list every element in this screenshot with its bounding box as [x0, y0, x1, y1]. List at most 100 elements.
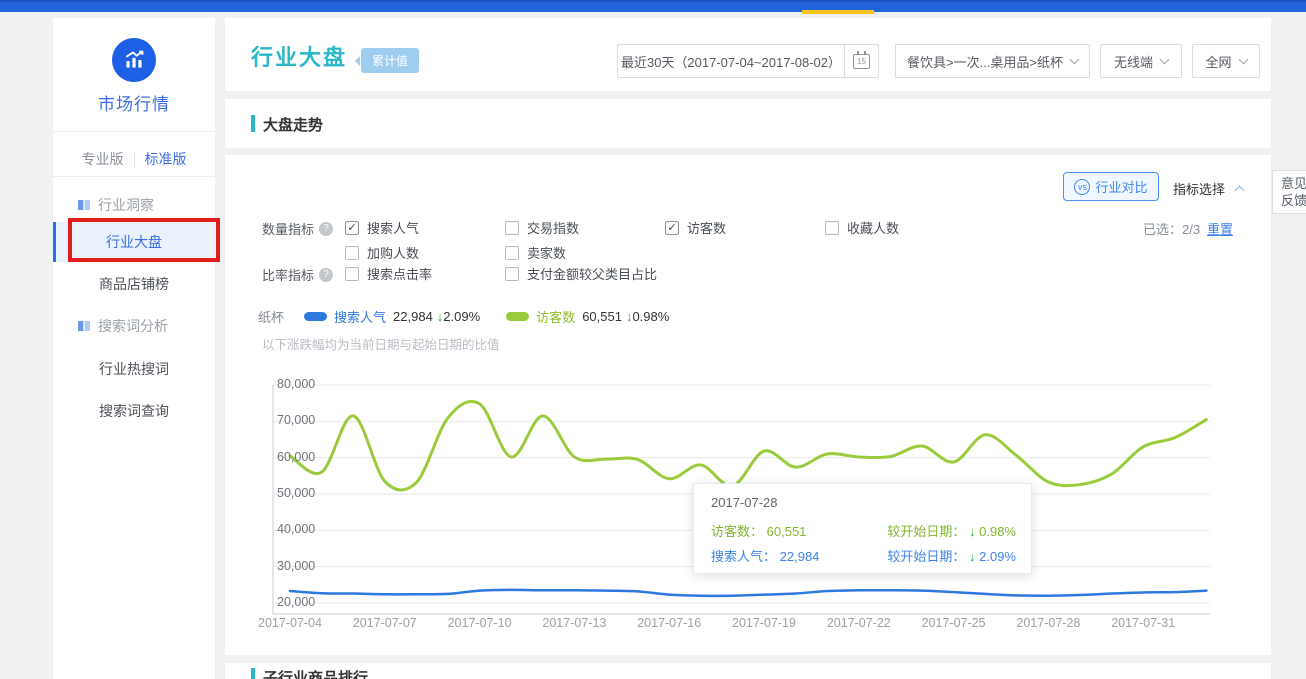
checkbox-box: ✓ — [825, 221, 839, 235]
legend-swatch-visitor-count — [506, 312, 529, 321]
market-analytics-logo-icon — [112, 38, 156, 82]
compare-button-label: 行业对比 — [1095, 177, 1147, 196]
book-icon — [77, 319, 91, 333]
scope-selector[interactable]: 全网 — [1192, 44, 1260, 78]
checkbox-label: 支付金额较父类目占比 — [527, 264, 657, 283]
y-tick-label: 50,000 — [277, 486, 315, 500]
x-tick-label: 2017-07-10 — [433, 616, 527, 630]
trend-chart-card: vs 行业对比 指标选择 数量指标 ? ✓ 搜索人气 ✓ 交易指数 ✓ 访客数 … — [225, 155, 1271, 655]
checkbox-seller-count[interactable]: ✓ 卖家数 — [505, 243, 566, 262]
x-tick-label: 2017-07-22 — [812, 616, 906, 630]
reset-link[interactable]: 重置 — [1207, 219, 1233, 238]
x-tick-label: 2017-07-25 — [907, 616, 1001, 630]
help-icon[interactable]: ? — [319, 268, 333, 282]
terminal-selector[interactable]: 无线端 — [1100, 44, 1182, 78]
x-tick-label: 2017-07-31 — [1096, 616, 1190, 630]
sidebar-item-industry-insight[interactable]: 行业洞察 — [53, 190, 215, 220]
tooltip-change: 2.09% — [979, 549, 1016, 564]
legend-value: 60,551 — [582, 309, 622, 324]
tooltip-series-value: 22,984 — [780, 549, 820, 564]
legend-category: 纸杯 — [258, 307, 284, 326]
checkbox-label: 搜索人气 — [367, 218, 419, 237]
tooltip-date: 2017-07-28 — [711, 495, 778, 510]
checkbox-box: ✓ — [345, 246, 359, 260]
x-tick-label: 2017-07-28 — [1001, 616, 1095, 630]
sidebar-item-label: 行业大盘 — [106, 234, 162, 250]
quantity-metrics-label: 数量指标 ? — [262, 219, 333, 238]
chart-tooltip: 2017-07-28 访客数： 60,551 较开始日期： ↓ 0.98% 搜索… — [693, 483, 1032, 574]
chevron-up-icon — [1234, 186, 1244, 196]
next-section-header: 子行业商品排行 — [225, 663, 1271, 679]
checkbox-search-ctr[interactable]: ✓ 搜索点击率 — [345, 264, 432, 283]
checkbox-label: 访客数 — [687, 218, 726, 237]
sidebar-item-product-shop-ranking[interactable]: 商品店铺榜 — [53, 269, 215, 299]
y-tick-label: 80,000 — [277, 377, 315, 391]
sidebar-item-industry-hot-search-words[interactable]: 行业热搜词 — [53, 354, 215, 384]
feedback-tab[interactable]: 意见 反馈 — [1272, 170, 1306, 214]
divider — [53, 176, 215, 177]
terminal-value: 无线端 — [1114, 52, 1153, 71]
section-accent-bar — [251, 668, 255, 679]
checkbox-box: ✓ — [505, 221, 519, 235]
chevron-down-icon — [1070, 54, 1080, 64]
checkbox-search-popularity[interactable]: ✓ 搜索人气 — [345, 218, 419, 237]
sidebar: 市场行情 专业版 标准版 行业洞察 行业大盘 商品店铺榜 搜索词分析 行业热搜词… — [53, 18, 215, 679]
metric-select-label: 指标选择 — [1173, 182, 1225, 197]
legend-name[interactable]: 搜索人气 — [334, 307, 386, 326]
version-tabs: 专业版 标准版 — [53, 143, 215, 175]
feedback-line1: 意见 — [1281, 175, 1306, 192]
checkbox-box: ✓ — [345, 221, 359, 235]
chart-legend: 纸杯 搜索人气 22,984 ↓ 2.09% 访客数 60,551 ↓ 0.98… — [258, 307, 669, 326]
x-tick-label: 2017-07-04 — [243, 616, 337, 630]
checkbox-cart-add-count[interactable]: ✓ 加购人数 — [345, 243, 419, 262]
divider — [53, 131, 215, 132]
checkbox-payment-share[interactable]: ✓ 支付金额较父类目占比 — [505, 264, 657, 283]
cumulative-value-badge: 累计值 — [361, 48, 419, 73]
calendar-button[interactable]: 15 — [844, 45, 878, 77]
date-range-selector[interactable]: 最近30天（2017-07-04~2017-08-02） 15 — [617, 44, 879, 78]
tooltip-compare-label: 较开始日期： — [887, 524, 965, 539]
checkbox-label: 交易指数 — [527, 218, 579, 237]
section-title: 大盘走势 — [263, 114, 323, 135]
date-range-value: 最近30天（2017-07-04~2017-08-02） — [618, 52, 844, 71]
industry-compare-button[interactable]: vs 行业对比 — [1063, 172, 1159, 201]
chevron-down-icon — [1160, 54, 1170, 64]
trend-section-header: 大盘走势 — [225, 99, 1271, 148]
legend-name[interactable]: 访客数 — [536, 307, 575, 326]
y-tick-label: 20,000 — [277, 595, 315, 609]
checkbox-favorite-count[interactable]: ✓ 收藏人数 — [825, 218, 899, 237]
chart-note: 以下涨跌幅均为当前日期与起始日期的比值 — [262, 334, 500, 353]
y-tick-label: 60,000 — [277, 450, 315, 464]
scope-value: 全网 — [1205, 52, 1231, 71]
x-tick-label: 2017-07-19 — [717, 616, 811, 630]
chevron-down-icon — [1238, 54, 1248, 64]
y-tick-label: 40,000 — [277, 522, 315, 536]
metric-select-toggle[interactable]: 指标选择 — [1173, 179, 1243, 198]
sidebar-item-label: 搜索词分析 — [98, 311, 168, 341]
tab-professional[interactable]: 专业版 — [72, 149, 134, 169]
legend-value: 22,984 — [393, 309, 433, 324]
checkbox-transaction-index[interactable]: ✓ 交易指数 — [505, 218, 579, 237]
section-accent-bar — [251, 115, 255, 132]
checkbox-label: 搜索点击率 — [367, 264, 432, 283]
bar-trend-icon — [121, 47, 147, 73]
category-value: 餐饮具>一次...桌用品>纸杯 — [907, 52, 1063, 71]
checkbox-label: 加购人数 — [367, 243, 419, 262]
ratio-metrics-text: 比率指标 — [262, 265, 314, 284]
category-selector[interactable]: 餐饮具>一次...桌用品>纸杯 — [895, 44, 1090, 78]
top-nav-bar — [0, 0, 1306, 12]
sidebar-item-search-word-query[interactable]: 搜索词查询 — [53, 396, 215, 426]
help-icon[interactable]: ? — [319, 222, 333, 236]
feedback-line2: 反馈 — [1281, 192, 1306, 209]
app-title: 市场行情 — [53, 90, 215, 115]
sidebar-item-industry-dashboard[interactable]: 行业大盘 — [53, 222, 215, 262]
sidebar-item-search-word-analysis[interactable]: 搜索词分析 — [53, 311, 215, 341]
checkbox-visitor-count[interactable]: ✓ 访客数 — [665, 218, 726, 237]
sidebar-item-label: 行业洞察 — [98, 190, 154, 220]
tooltip-series-name: 访客数： — [711, 524, 763, 539]
tab-standard[interactable]: 标准版 — [135, 149, 197, 169]
series-line-搜索人气 — [290, 590, 1206, 596]
next-section-title: 子行业商品排行 — [263, 667, 368, 679]
checkbox-box: ✓ — [345, 267, 359, 281]
ratio-metrics-label: 比率指标 ? — [262, 265, 333, 284]
